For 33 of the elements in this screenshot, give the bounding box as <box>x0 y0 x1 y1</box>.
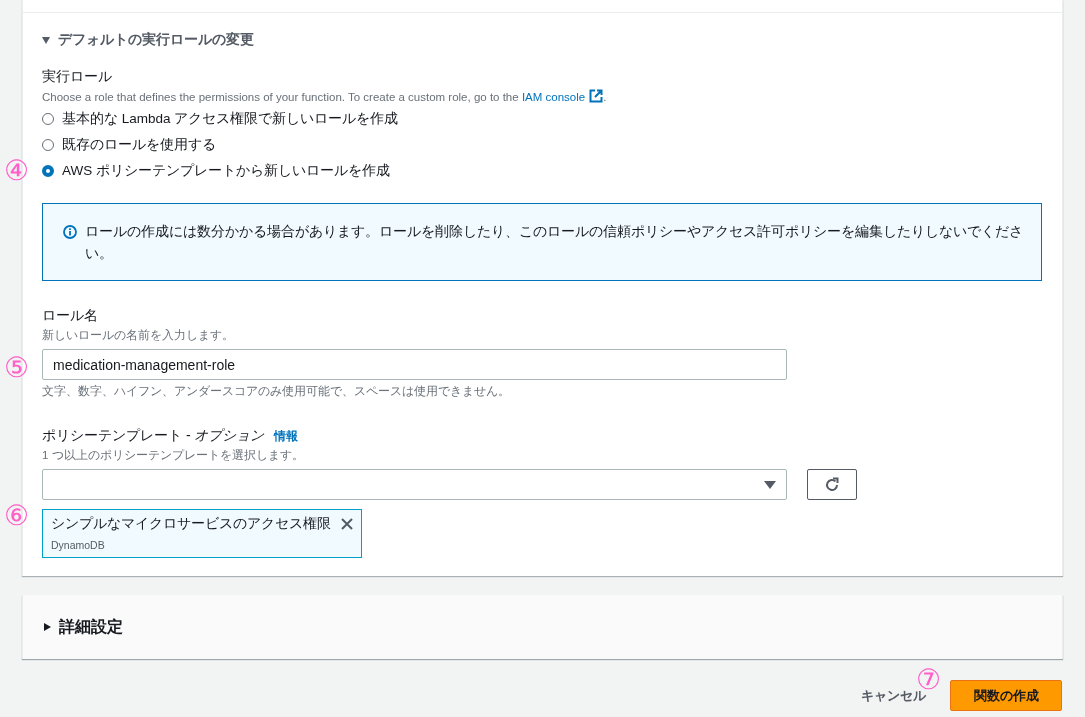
field-description: 1 つ以上のポリシーテンプレートを選択します。 <box>42 448 305 463</box>
radio-label[interactable]: 基本的な Lambda アクセス権限で新しいロールを作成 <box>62 110 399 128</box>
caret-icon <box>42 36 50 44</box>
radio-label[interactable]: 既存のロールを使用する <box>62 136 216 154</box>
radio-label[interactable]: AWS ポリシーテンプレートから新しいロールを作成 <box>62 162 390 180</box>
info-link[interactable]: 情報 <box>274 427 299 445</box>
alert-message: ロールの作成には数分かかる場合があります。ロールを削除したり、このロールの信頼ポリシーやアクセス許可ポリシーを編集したりしないでください。 <box>85 223 1024 263</box>
step-annotation: ⑤ <box>4 353 29 382</box>
dropdown-caret-icon <box>764 480 776 489</box>
info-icon <box>63 225 77 239</box>
token-label: シンプルなマイクロサービスのアクセス権限 <box>51 515 331 533</box>
field-description: Choose a role that defines the permissions of your function. To create a custom role, go to the IAM console . <box>42 89 608 103</box>
radio-button[interactable] <box>42 113 54 125</box>
caret-icon <box>44 623 51 631</box>
step-annotation: ④ <box>4 157 29 185</box>
field-label: ポリシーテンプレート - オプション <box>42 427 265 445</box>
field-label: 実行ロール <box>42 68 113 86</box>
external-link-icon <box>589 89 604 103</box>
field-label: ロール名 <box>42 307 99 325</box>
expander-toggle[interactable]: 詳細設定 <box>44 616 123 638</box>
token-sublabel: DynamoDB <box>51 539 106 551</box>
step-annotation: ⑥ <box>4 502 29 530</box>
iam-console-link[interactable]: IAM console <box>521 91 604 103</box>
create-function-button[interactable]: 関数の作成 <box>950 680 1062 711</box>
expander-title: 詳細設定 <box>59 616 123 637</box>
field-hint: 文字、数字、ハイフン、アンダースコアのみ使用可能で、スペースは使用できません。 <box>42 384 511 399</box>
radio-button[interactable] <box>42 165 54 177</box>
role-name-input[interactable]: medication-management-role <box>42 349 787 380</box>
field-description: 新しいロールの名前を入力します。 <box>42 328 235 343</box>
refresh-icon <box>824 476 840 493</box>
close-icon[interactable] <box>341 518 353 530</box>
radio-button[interactable] <box>42 139 54 151</box>
refresh-button[interactable] <box>807 469 857 500</box>
